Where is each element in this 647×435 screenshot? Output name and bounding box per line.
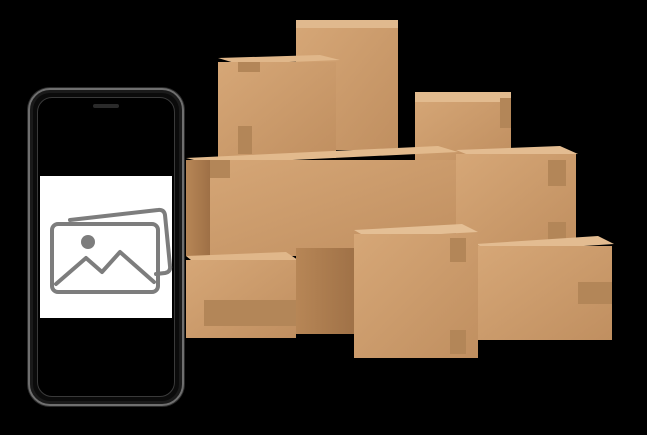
box-top-left (218, 55, 340, 158)
box-front-center (354, 224, 478, 358)
box-right-middle (456, 146, 578, 248)
box-bottom-center (296, 248, 358, 334)
image-placeholder (40, 176, 173, 318)
box-bottom-left (186, 252, 298, 338)
phone-screen (37, 97, 175, 397)
image-gallery-icon (50, 207, 173, 294)
scene (0, 0, 647, 435)
box-bottom-right (476, 236, 614, 340)
phone-mockup (28, 88, 184, 406)
phone-speaker (93, 104, 119, 108)
